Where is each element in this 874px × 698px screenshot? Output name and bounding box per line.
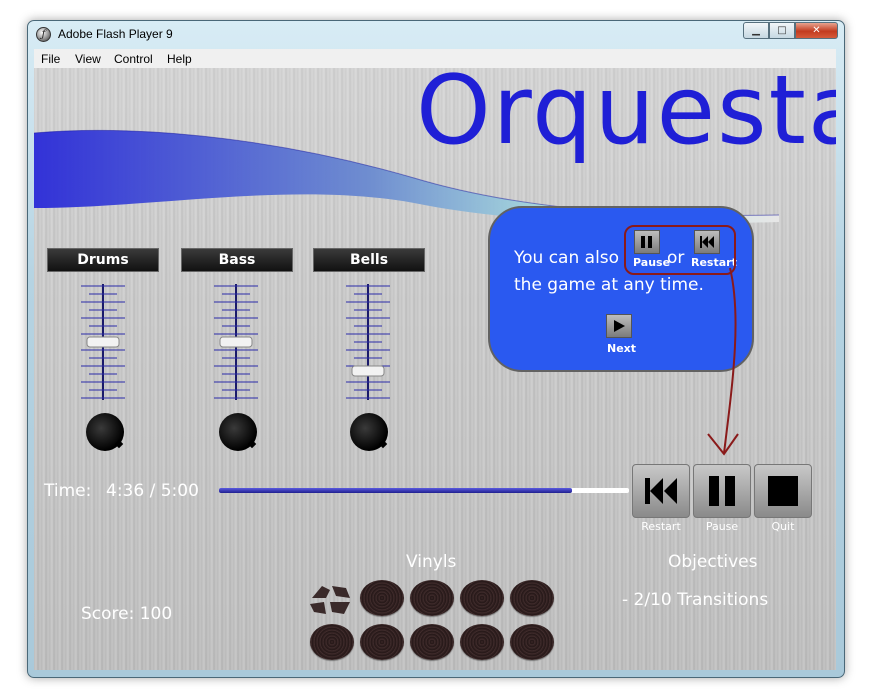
menu-view[interactable]: View	[75, 52, 101, 66]
slider-handle	[351, 365, 385, 377]
menu-control[interactable]: Control	[114, 52, 153, 66]
bells-knob[interactable]	[350, 413, 388, 451]
bells-volume-slider[interactable]	[343, 282, 393, 402]
tip-text-line2: the game at any time.	[514, 275, 704, 295]
vinyl-icon	[360, 624, 404, 660]
time-value: 4:36 / 5:00	[106, 481, 199, 501]
objective-transitions: - 2/10 Transitions	[622, 590, 769, 610]
restart-label: Restart	[641, 520, 681, 533]
bass-volume-slider[interactable]	[211, 282, 261, 402]
broken-vinyl-icon	[310, 586, 350, 614]
objectives-title: Objectives	[668, 552, 758, 572]
stop-icon	[768, 476, 798, 506]
title-bar: ƒ Adobe Flash Player 9 ▁ □ ✕	[28, 21, 844, 49]
game-stage: Orquesta Drums Bass Bells Time: 4:36 / 5…	[34, 68, 836, 670]
bass-label: Bass	[181, 248, 293, 272]
bass-knob[interactable]	[219, 413, 257, 451]
pause-label: Pause	[705, 520, 739, 533]
restart-button[interactable]	[632, 464, 690, 518]
vinyl-icon	[460, 624, 504, 660]
vinyl-icon	[460, 580, 504, 616]
menu-bar: File View Control Help	[34, 49, 836, 69]
drums-volume-slider[interactable]	[78, 282, 128, 402]
window-title: Adobe Flash Player 9	[58, 27, 173, 41]
menu-help[interactable]: Help	[167, 52, 192, 66]
tip-next-button[interactable]	[606, 314, 632, 338]
maximize-button[interactable]: □	[769, 22, 795, 39]
pause-icon	[709, 476, 735, 506]
bells-label: Bells	[313, 248, 425, 272]
vinyl-icon	[310, 624, 354, 660]
vinyl-icon	[510, 624, 554, 660]
vinyls-title: Vinyls	[406, 552, 457, 572]
vinyl-icon	[410, 624, 454, 660]
flash-player-icon: ƒ	[36, 27, 51, 42]
drums-label: Drums	[47, 248, 159, 272]
annotation-arrow	[707, 267, 739, 456]
minimize-button[interactable]: ▁	[743, 22, 769, 39]
song-progress-fill	[219, 488, 572, 493]
pause-button[interactable]	[693, 464, 751, 518]
menu-file[interactable]: File	[41, 52, 60, 66]
vinyl-icon	[410, 580, 454, 616]
time-label: Time:	[44, 481, 92, 501]
quit-button[interactable]	[754, 464, 812, 518]
song-progress-bar	[219, 488, 629, 493]
drums-knob[interactable]	[86, 413, 124, 451]
tip-next-label: Next	[607, 342, 637, 355]
vinyl-icon	[360, 580, 404, 616]
close-button[interactable]: ✕	[795, 22, 838, 39]
restart-icon	[645, 478, 677, 504]
vinyl-icon	[510, 580, 554, 616]
score: Score: 100	[81, 604, 173, 624]
slider-handle	[86, 336, 120, 348]
tip-text-line1: You can also	[514, 248, 620, 268]
slider-handle	[219, 336, 253, 348]
quit-label: Quit	[771, 520, 795, 533]
play-icon	[614, 320, 625, 332]
